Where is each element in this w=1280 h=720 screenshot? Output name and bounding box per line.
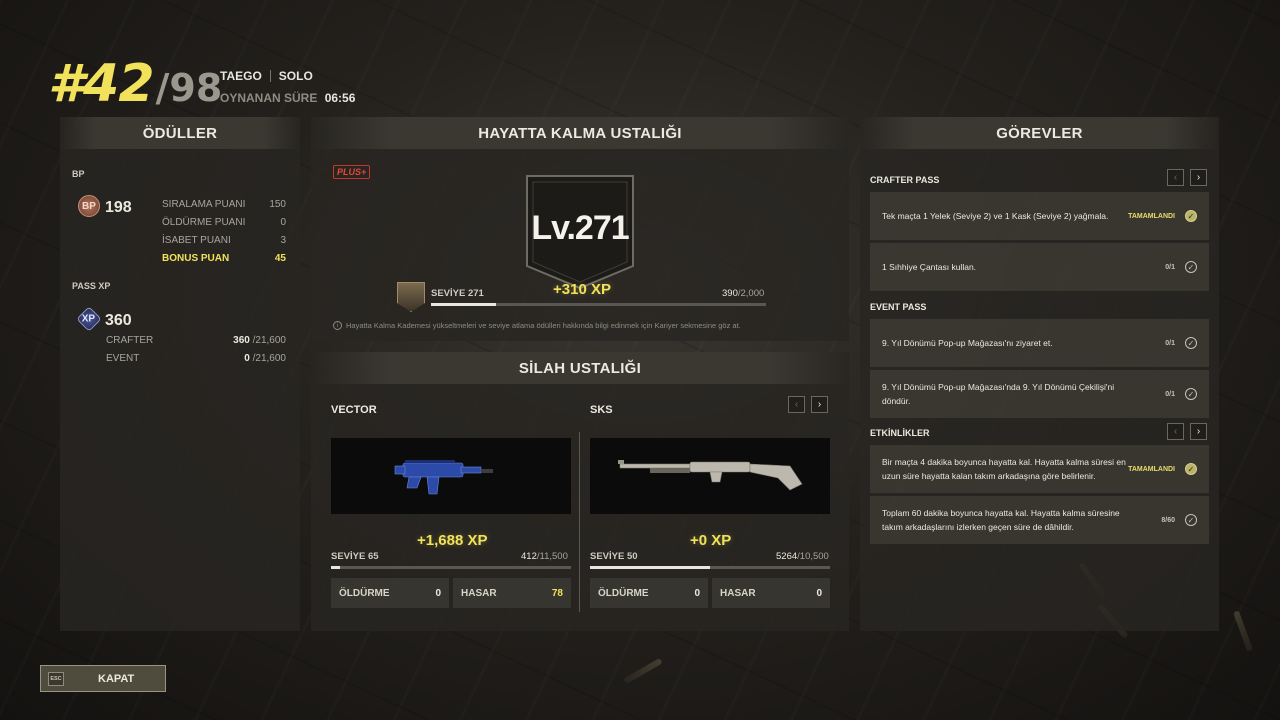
mission-card: Toplam 60 dakika boyunca hayatta kal. Ha…: [870, 496, 1209, 544]
background-shell: [623, 657, 663, 685]
weapon-mastery-panel: SİLAH USTALIĞI ‹ › VECTOR +1,688 XP SEVİ…: [311, 352, 849, 631]
survival-mastery-panel: HAYATTA KALMA USTALIĞI PLUS+ Lv.271 +310…: [311, 117, 849, 341]
close-button[interactable]: ESC KAPAT: [40, 665, 166, 692]
bp-row: İSABET PUANI 3: [162, 235, 286, 246]
close-label: KAPAT: [98, 672, 135, 685]
survival-progress-fill: [431, 303, 497, 306]
weapon-progress-fill: [590, 566, 711, 569]
events-prev-button[interactable]: ‹: [1167, 423, 1184, 440]
weapon-progress-bar: [590, 566, 830, 569]
game-mode: SOLO: [278, 69, 313, 83]
player-name: TAEGO: [220, 69, 262, 83]
bp-section-label: BP: [72, 169, 85, 179]
rank-total: /98: [155, 66, 223, 110]
weapon-level: SEVİYE 65: [331, 551, 379, 562]
rank-number: #42: [48, 54, 155, 114]
crafter-prev-button[interactable]: ‹: [1167, 169, 1184, 186]
missions-panel: GÖREVLER CRAFTER PASS ‹ › Tek maçta 1 Ye…: [860, 117, 1219, 631]
time-played-label: OYNANAN SÜRE: [220, 91, 318, 105]
check-icon: ✓: [1185, 337, 1197, 349]
time-played-value: 06:56: [324, 91, 356, 105]
vector-smg-icon: [394, 460, 493, 495]
crafter-next-button[interactable]: ›: [1190, 169, 1207, 186]
survival-info: i Hayatta Kalma Kademesi yükseltmeleri v…: [333, 321, 741, 330]
survival-tier-badge-icon: [397, 282, 425, 312]
check-icon: ✓: [1185, 514, 1197, 526]
placement-rank: #42 /98: [48, 54, 222, 114]
pass-xp-row: CRAFTER 360 /21,600: [106, 335, 286, 346]
check-icon: ✓: [1185, 388, 1197, 400]
pass-xp-total: 360: [105, 312, 132, 329]
rewards-title: ÖDÜLLER: [60, 117, 300, 149]
check-icon: ✓: [1185, 261, 1197, 273]
mission-card: 9. Yıl Dönümü Pop-up Mağazası'nda 9. Yıl…: [870, 370, 1209, 418]
mission-section-label: CRAFTER PASS: [870, 175, 940, 185]
background-shell: [1232, 610, 1254, 652]
survival-level: Lv.271: [531, 209, 629, 247]
survival-progress: 390/2,000: [722, 288, 765, 299]
sks-rifle-icon: [618, 460, 803, 491]
weapon-image: [590, 438, 830, 514]
mission-card: 1 Sıhhiye Çantası kullan. 0/1 ✓: [870, 243, 1209, 291]
weapon-xp-gain: +0 XP: [690, 532, 732, 549]
weapon-kills: ÖLDÜRME 0: [590, 578, 708, 608]
match-info: TAEGO SOLO OYNANAN SÜRE 06:56: [220, 69, 355, 105]
mission-section-label: ETKİNLİKLER: [870, 428, 930, 438]
weapon-name: SKS: [590, 404, 613, 416]
mission-card: Tek maçta 1 Yelek (Seviye 2) ve 1 Kask (…: [870, 192, 1209, 240]
weapon-prev-button[interactable]: ‹: [788, 396, 805, 413]
pass-xp-section-label: PASS XP: [72, 281, 111, 291]
weapon-damage: HASAR 0: [712, 578, 830, 608]
survival-mastery-title: HAYATTA KALMA USTALIĞI: [311, 117, 849, 149]
bp-row-bonus: BONUS PUAN 45: [162, 253, 286, 264]
weapon-kills: ÖLDÜRME 0: [331, 578, 449, 608]
mission-section-label: EVENT PASS: [870, 302, 927, 312]
weapon-xp-gain: +1,688 XP: [417, 532, 488, 549]
pass-xp-icon: XP: [76, 306, 102, 332]
bp-row: SIRALAMA PUANI 150: [162, 199, 286, 210]
survival-progress-bar: [431, 303, 766, 306]
mission-card: Bir maçta 4 dakika boyunca hayatta kal. …: [870, 445, 1209, 493]
missions-title: GÖREVLER: [860, 117, 1219, 149]
mission-card: 9. Yıl Dönümü Pop-up Mağazası'nı ziyaret…: [870, 319, 1209, 367]
weapon-mastery-title: SİLAH USTALIĞI: [311, 352, 849, 384]
weapon-name: VECTOR: [331, 404, 377, 416]
check-icon: ✓: [1185, 463, 1197, 475]
bp-coin-icon: BP: [78, 195, 100, 217]
events-next-button[interactable]: ›: [1190, 423, 1207, 440]
weapon-progress: 412/11,500: [521, 551, 568, 562]
bp-row: ÖLDÜRME PUANI 0: [162, 217, 286, 228]
weapon-divider: [579, 432, 580, 612]
weapon-damage: HASAR 78: [453, 578, 571, 608]
check-icon: ✓: [1185, 210, 1197, 222]
weapon-next-button[interactable]: ›: [811, 396, 828, 413]
bp-total: 198: [105, 199, 132, 216]
rewards-panel: ÖDÜLLER BP BP 198 SIRALAMA PUANI 150 ÖLDÜ…: [60, 117, 300, 631]
esc-key-hint: ESC: [48, 671, 64, 686]
weapon-progress-bar: [331, 566, 571, 569]
weapon-progress: 5264/10,500: [776, 551, 829, 562]
survival-info-text: Hayatta Kalma Kademesi yükseltmeleri ve …: [346, 321, 741, 330]
weapon-progress-fill: [331, 566, 340, 569]
weapon-image: [331, 438, 571, 514]
info-icon: i: [333, 321, 342, 330]
pass-xp-row: EVENT 0 /21,600: [106, 353, 286, 364]
survival-level-label: SEVİYE 271: [431, 288, 484, 299]
divider: [269, 70, 271, 82]
weapon-level: SEVİYE 50: [590, 551, 638, 562]
survival-xp-gain: +310 XP: [553, 281, 611, 298]
plus-badge: PLUS+: [333, 165, 371, 179]
